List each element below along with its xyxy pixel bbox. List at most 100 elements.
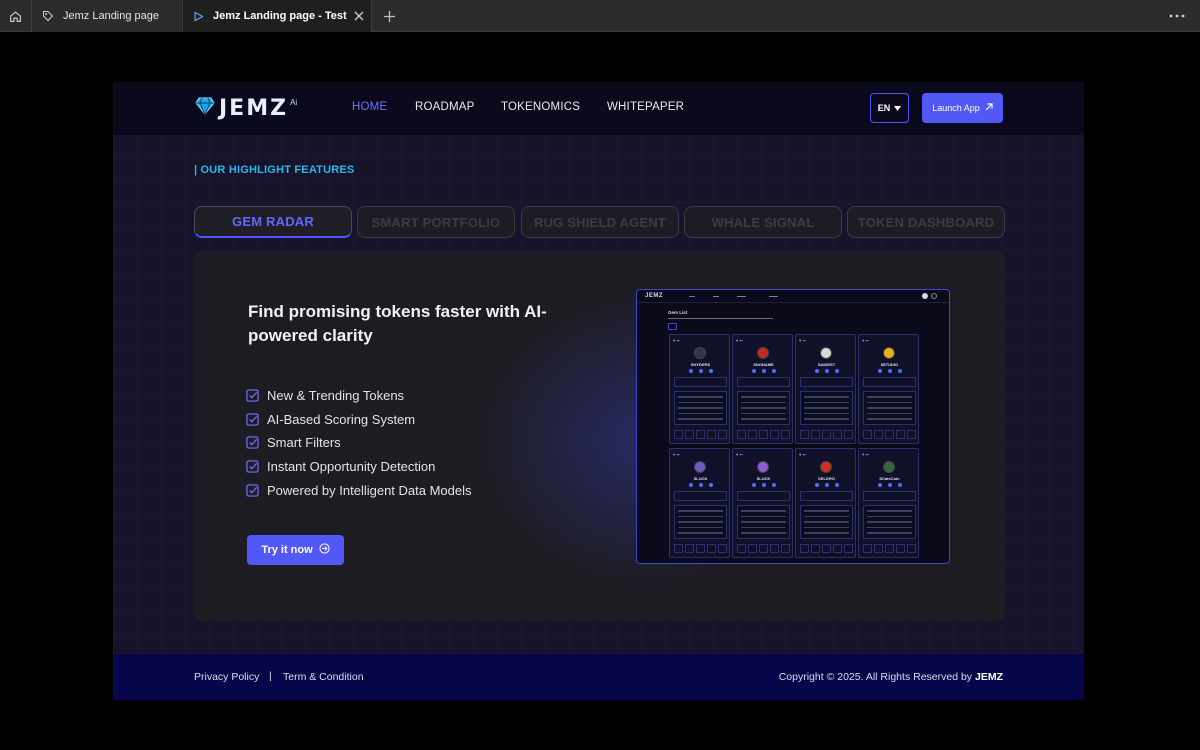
feature-item-label: AI-Based Scoring System	[267, 411, 416, 427]
preview-nav-item: ▬▬	[713, 294, 719, 298]
preview-nav-item: ▬▬▬	[769, 294, 778, 298]
preview-token-card: ▾ ▪▪ $STUDIO	[858, 334, 919, 444]
card-rank: ▾ ▪▪	[799, 452, 806, 457]
landing-page: JEMZ Ai HOME ROADMAP TOKENOMICS WHITEPAP…	[113, 82, 1084, 700]
preview-title: Gem List	[668, 310, 688, 315]
new-tab-plus-icon[interactable]	[378, 0, 400, 32]
social-icons	[689, 369, 713, 374]
checkbox-check-icon	[246, 460, 259, 473]
preview-header: JEMZ ▬▬ ▬▬ ▬▬▬ ▬▬▬	[637, 290, 949, 303]
arrow-circle-right-icon	[319, 543, 330, 557]
caret-down-icon	[894, 103, 902, 113]
token-footer-stats	[863, 430, 916, 439]
nav-home[interactable]: HOME	[352, 101, 387, 113]
feature-headline: Find promising tokens faster with AI-pow…	[248, 302, 547, 345]
nav-roadmap[interactable]: ROADMAP	[415, 101, 475, 113]
card-rank: ▾ ▪▪	[799, 338, 806, 343]
site-header: JEMZ Ai HOME ROADMAP TOKENOMICS WHITEPAP…	[113, 82, 1084, 135]
token-stats	[674, 491, 727, 501]
token-details	[674, 391, 727, 425]
token-avatar	[757, 347, 769, 359]
privacy-policy-link[interactable]: Privacy Policy	[194, 671, 259, 683]
tab-rug-shield-agent[interactable]: RUG SHIELD AGENT	[521, 206, 679, 238]
try-it-now-button[interactable]: Try it now	[247, 535, 344, 565]
token-stats	[737, 491, 790, 501]
token-details	[800, 391, 853, 425]
preview-token-card: ▾ ▪▪ SELDRO	[795, 448, 856, 558]
checkbox-check-icon	[246, 436, 259, 450]
language-select[interactable]: EN	[870, 93, 909, 123]
feature-item: Instant Opportunity Detection	[246, 455, 472, 479]
preview-nav-item: ▬▬▬	[737, 294, 746, 298]
token-details	[674, 505, 727, 539]
preview-token-card: ▾ ▪▪ SNONAME	[732, 334, 793, 444]
tab-title: Jemz Landing page	[63, 10, 160, 22]
copyright-brand: JEMZ	[974, 671, 1003, 683]
checkbox-check-icon	[246, 413, 259, 426]
browser-tab-active[interactable]: Jemz Landing page - Test UI	[183, 0, 372, 32]
card-rank: ▾ ▪▪	[862, 452, 869, 457]
nav-whitepaper[interactable]: WHITEPAPER	[607, 101, 684, 113]
token-stats	[800, 491, 853, 501]
tab-title: Jemz Landing page - Test UI	[213, 10, 347, 22]
token-avatar	[694, 461, 706, 473]
logo-suffix: Ai	[290, 97, 298, 107]
token-name: SHYDERS	[690, 362, 711, 367]
token-footer-stats	[800, 544, 853, 553]
checkbox-check-icon	[246, 389, 259, 402]
browser-tab-inactive[interactable]: Jemz Landing page	[33, 0, 183, 32]
logo-text: JEMZ	[219, 95, 289, 121]
preview-token-card: ▾ ▪▪ SHYDERS	[669, 334, 730, 444]
section-label: | OUR HIGHLIGHT FEATURES	[194, 164, 355, 176]
token-avatar	[694, 347, 706, 359]
token-name: SLUCK	[756, 476, 771, 481]
checkbox-check-icon	[246, 483, 259, 497]
feature-panel: Find promising tokens faster with AI-pow…	[194, 251, 1005, 621]
launch-app-button[interactable]: Launch App	[922, 93, 1003, 123]
feature-item-label: Instant Opportunity Detection	[267, 459, 436, 475]
token-stats	[800, 377, 853, 387]
close-icon[interactable]	[347, 11, 371, 21]
tab-smart-portfolio[interactable]: SMART PORTFOLIO	[357, 206, 515, 238]
token-details	[863, 505, 916, 539]
feature-item: New & Trending Tokens	[246, 384, 472, 408]
preview-logo: JEMZ	[645, 293, 664, 299]
token-footer-stats	[674, 544, 727, 553]
tag-icon	[33, 10, 63, 22]
footer-separator: |	[269, 670, 272, 682]
feature-item: AI-Based Scoring System	[246, 408, 472, 432]
token-details	[737, 505, 790, 539]
tab-token-dashboard[interactable]: TOKEN DASHBOARD	[847, 206, 1005, 238]
copyright-text: Copyright © 2025. All Rights Reserved by…	[779, 671, 1003, 683]
preview-token-card: ▾ ▪▪ SLUCK	[732, 448, 793, 558]
nav-tokenomics[interactable]: TOKENOMICS	[501, 101, 580, 113]
preview-flag-icon	[922, 293, 928, 299]
token-details	[800, 505, 853, 539]
card-rank: ▾ ▪▪	[736, 338, 743, 343]
feature-item-label: New & Trending Tokens	[267, 388, 405, 404]
token-name: SCatsCoin	[879, 476, 900, 481]
launch-app-label: Launch App	[932, 103, 980, 113]
arrow-up-right-icon	[985, 103, 993, 113]
token-avatar	[757, 461, 769, 473]
site-logo[interactable]: JEMZ Ai	[195, 95, 298, 121]
diamond-icon	[195, 97, 215, 120]
site-footer: Privacy Policy | Term & Condition Copyri…	[113, 654, 1084, 700]
copyright-label: Copyright © 2025. All Rights Reserved by	[778, 671, 973, 683]
home-icon[interactable]	[0, 0, 32, 32]
preview-token-card: ▾ ▪▪ SCatsCoin	[858, 448, 919, 558]
token-stats	[863, 377, 916, 387]
token-stats	[737, 377, 790, 387]
card-rank: ▾ ▪▪	[736, 452, 743, 457]
social-icons	[752, 369, 776, 374]
token-avatar	[883, 461, 895, 473]
social-icons	[878, 369, 902, 374]
more-options-icon[interactable]	[1164, 0, 1190, 32]
preview-nav-item: ▬▬	[689, 294, 695, 298]
tab-gem-radar[interactable]: GEM RADAR	[194, 206, 352, 238]
tab-whale-signal[interactable]: WHALE SIGNAL	[684, 206, 842, 238]
preview-subtitle-placeholder: ▬▬▬▬▬▬▬▬▬▬▬▬▬▬▬▬▬▬▬▬▬▬▬▬▬▬▬▬▬▬▬▬▬▬▬	[668, 316, 773, 320]
terms-link[interactable]: Term & Condition	[283, 671, 364, 683]
card-rank: ▾ ▪▪	[673, 452, 680, 457]
token-footer-stats	[674, 430, 727, 439]
